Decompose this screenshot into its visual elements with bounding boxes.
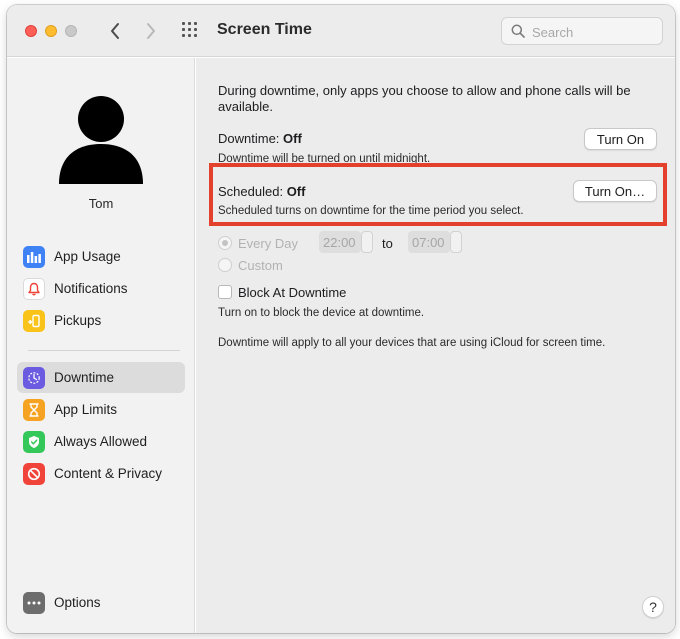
downtime-turn-on-button[interactable]: Turn On xyxy=(584,128,657,150)
sidebar-item-label: Pickups xyxy=(54,313,102,328)
checkmark-shield-icon xyxy=(23,430,45,453)
ellipsis-icon xyxy=(23,591,45,614)
sidebar-item-label: Downtime xyxy=(54,370,115,385)
close-window-button[interactable] xyxy=(25,25,37,37)
chevron-left-icon xyxy=(111,23,119,39)
sidebar-item-label: Notifications xyxy=(54,281,128,296)
scheduled-row: Scheduled: Off xyxy=(218,184,305,199)
sidebar-item-label: Content & Privacy xyxy=(54,466,163,481)
downtime-row: Downtime: Off xyxy=(218,131,302,146)
scheduled-caption: Scheduled turns on downtime for the time… xyxy=(218,205,524,217)
downtime-icon xyxy=(23,366,45,389)
sidebar-item-label: Always Allowed xyxy=(54,434,148,449)
block-at-downtime-checkbox[interactable] xyxy=(218,285,232,299)
sidebar-item-label: App Usage xyxy=(54,249,121,264)
back-button[interactable] xyxy=(104,20,126,42)
show-all-grid-icon[interactable] xyxy=(182,22,202,40)
help-button[interactable]: ? xyxy=(642,596,664,618)
custom-radio[interactable] xyxy=(218,258,232,272)
block-at-downtime-label: Block At Downtime xyxy=(238,285,347,300)
prohibited-icon xyxy=(23,462,45,485)
bar-chart-icon xyxy=(23,245,45,268)
intro-text: During downtime, only apps you choose to… xyxy=(218,83,631,114)
sidebar-item-app-usage[interactable]: App Usage xyxy=(17,241,185,272)
titlebar: Screen Time xyxy=(7,5,675,57)
forward-button[interactable] xyxy=(140,20,162,42)
phone-pickup-icon xyxy=(23,309,45,332)
options-label: Options xyxy=(54,595,101,610)
sidebar-item-content-privacy[interactable]: Content & Privacy xyxy=(17,458,185,489)
minimize-window-button[interactable] xyxy=(45,25,57,37)
every-day-label: Every Day xyxy=(238,236,298,251)
search-input[interactable] xyxy=(532,23,657,41)
block-caption: Turn on to block the device at downtime. xyxy=(218,307,425,319)
every-day-radio[interactable] xyxy=(218,236,232,250)
downtime-status: Off xyxy=(283,131,302,146)
hourglass-icon xyxy=(23,398,45,421)
bell-icon xyxy=(23,277,45,300)
sidebar-item-label: App Limits xyxy=(54,402,118,417)
to-time-field[interactable]: 07:00 xyxy=(408,231,450,253)
sidebar-item-notifications[interactable]: Notifications xyxy=(17,273,185,304)
sidebar-item-downtime[interactable]: Downtime xyxy=(17,362,185,393)
user-name: Tom xyxy=(88,196,114,211)
from-time-field[interactable]: 22:00 xyxy=(319,231,361,253)
sidebar: Tom App Usage Notifications Pickups Down… xyxy=(7,58,195,633)
screen-time-window: Screen Time Tom App Usage Notifications xyxy=(7,5,675,633)
from-time-stepper[interactable] xyxy=(361,231,373,253)
to-time-stepper[interactable] xyxy=(450,231,462,253)
scheduled-turn-on-button[interactable]: Turn On… xyxy=(573,180,657,202)
options-button[interactable]: Options xyxy=(17,587,185,618)
sidebar-item-app-limits[interactable]: App Limits xyxy=(17,394,185,425)
search-field[interactable] xyxy=(501,17,663,45)
sidebar-divider xyxy=(28,350,180,351)
chevron-right-icon xyxy=(147,23,155,39)
scheduled-label: Scheduled: xyxy=(218,184,284,199)
to-label: to xyxy=(382,236,393,251)
window-title: Screen Time xyxy=(217,21,312,38)
downtime-label: Downtime: xyxy=(218,131,280,146)
main-panel: During downtime, only apps you choose to… xyxy=(196,58,675,633)
footer-note: Downtime will apply to all your devices … xyxy=(218,337,606,349)
sidebar-item-pickups[interactable]: Pickups xyxy=(17,305,185,336)
scheduled-status: Off xyxy=(286,184,306,199)
search-icon xyxy=(511,24,525,38)
custom-label: Custom xyxy=(238,258,283,273)
zoom-window-button[interactable] xyxy=(65,25,77,37)
sidebar-item-always-allowed[interactable]: Always Allowed xyxy=(17,426,185,457)
user-avatar-icon xyxy=(59,96,143,184)
